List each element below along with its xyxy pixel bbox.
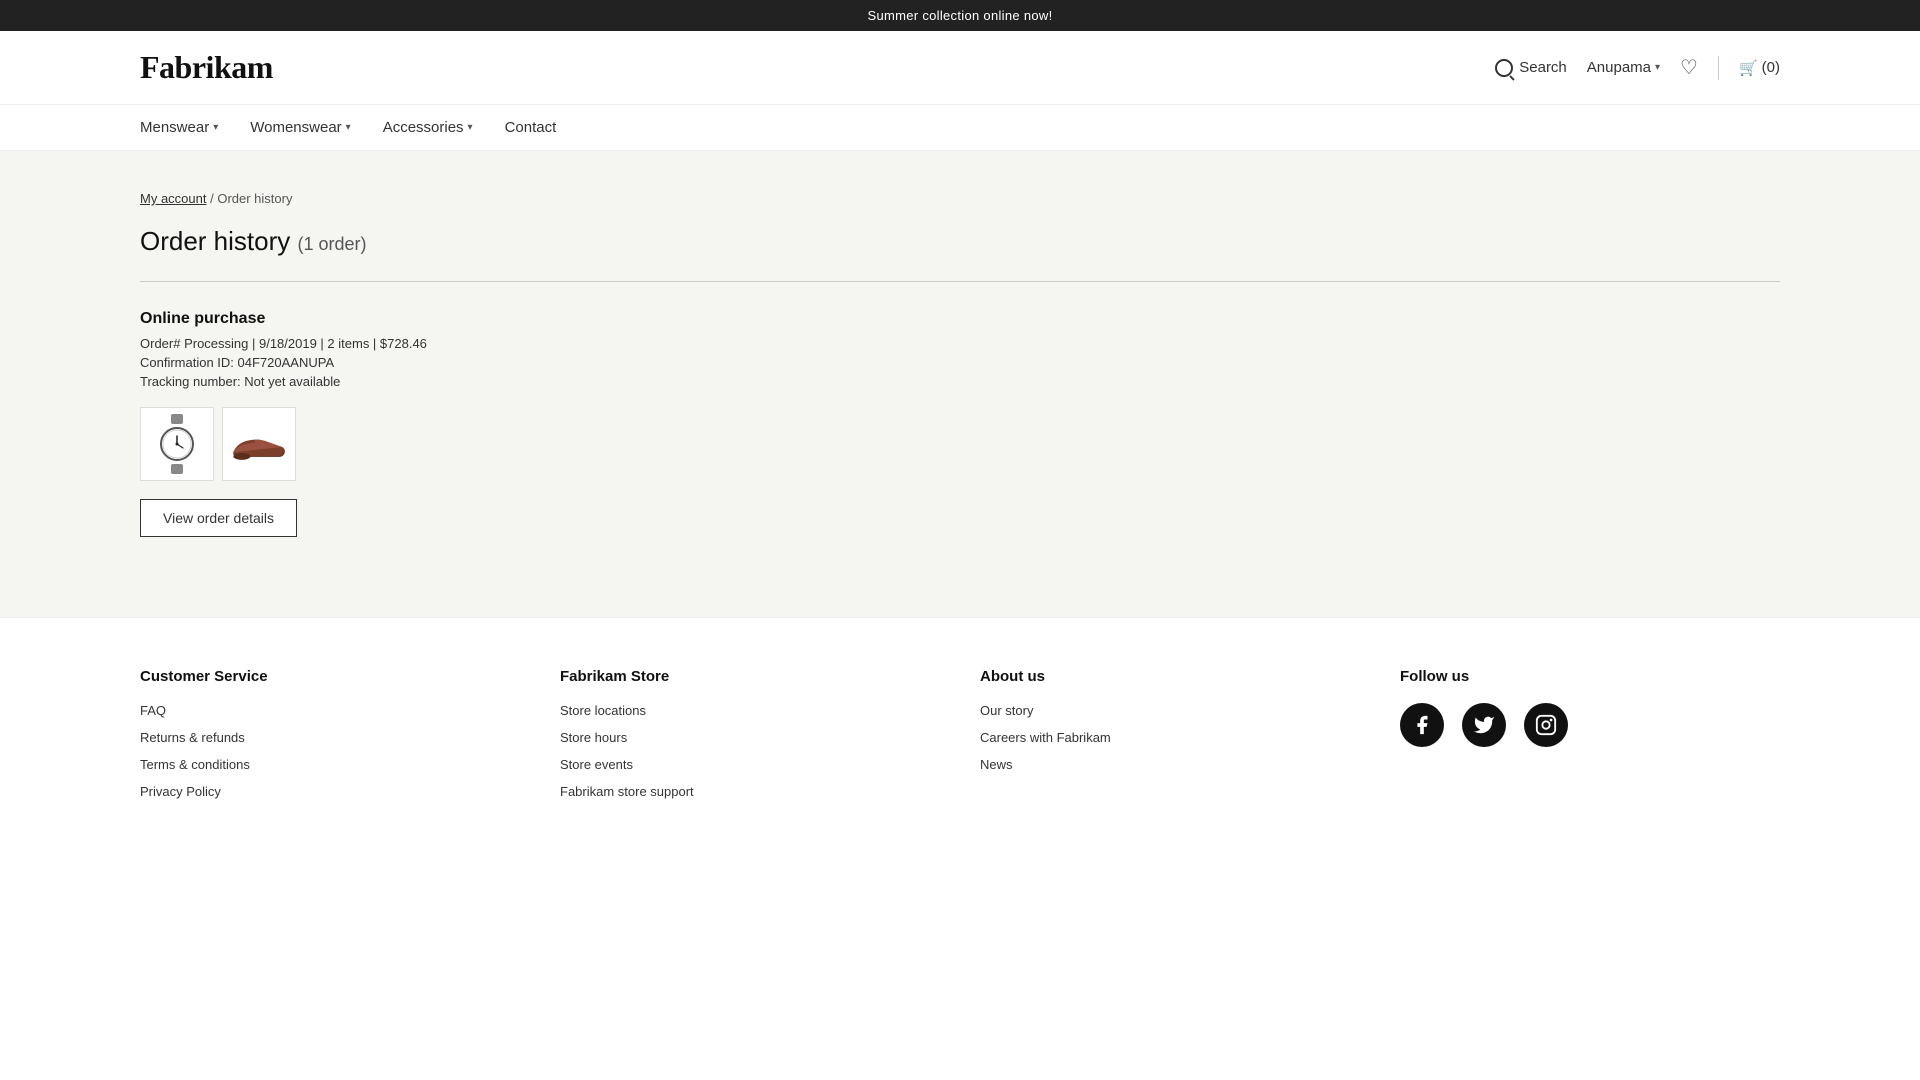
footer-customer-service: Customer Service FAQ Returns & refunds T… [140,668,520,811]
footer-about-us: About us Our story Careers with Fabrikam… [980,668,1360,811]
facebook-icon[interactable] [1400,703,1444,747]
banner-text: Summer collection online now! [867,8,1052,23]
instagram-icon[interactable] [1524,703,1568,747]
footer-follow-us: Follow us [1400,668,1780,811]
order-meta-3: Tracking number: Not yet available [140,374,1780,389]
nav-womenswear-label: Womenswear [250,119,341,136]
main-content: My account / Order history Order history… [0,151,1920,617]
footer-fabrikam-store-title: Fabrikam Store [560,668,940,685]
chevron-down-icon: ▾ [468,122,473,133]
footer-link-our-story[interactable]: Our story [980,703,1360,718]
order-thumbnails [140,407,1780,481]
section-divider [140,281,1780,282]
breadcrumb: My account / Order history [140,191,1780,206]
footer-customer-service-title: Customer Service [140,668,520,685]
nav-menswear[interactable]: Menswear ▾ [140,119,218,136]
nav-contact-label: Contact [505,119,557,136]
order-count: (1 order) [298,234,367,254]
cart-count: (0) [1762,59,1780,76]
main-nav: Menswear ▾ Womenswear ▾ Accessories ▾ Co… [0,105,1920,151]
cart-icon: 🛒 [1739,59,1758,77]
footer-link-store-hours[interactable]: Store hours [560,730,940,745]
nav-contact[interactable]: Contact [505,119,557,136]
footer-link-privacy[interactable]: Privacy Policy [140,784,520,799]
logo[interactable]: Fabrikam [140,49,273,86]
cart-button[interactable]: 🛒 (0) [1739,59,1780,77]
footer-link-returns[interactable]: Returns & refunds [140,730,520,745]
footer-fabrikam-store: Fabrikam Store Store locations Store hou… [560,668,940,811]
footer-link-store-locations[interactable]: Store locations [560,703,940,718]
order-meta-2: Confirmation ID: 04F720AANUPA [140,355,1780,370]
order-item-watch [140,407,214,481]
user-name: Anupama [1587,59,1651,76]
wishlist-button[interactable]: ♡ [1680,55,1698,80]
header-divider [1718,56,1719,80]
footer-link-news[interactable]: News [980,757,1360,772]
view-order-details-button[interactable]: View order details [140,499,297,537]
order-card: Online purchase Order# Processing | 9/18… [140,310,1780,537]
heart-icon: ♡ [1680,57,1698,79]
footer-link-careers[interactable]: Careers with Fabrikam [980,730,1360,745]
footer-link-store-support[interactable]: Fabrikam store support [560,784,940,799]
top-banner: Summer collection online now! [0,0,1920,31]
twitter-icon[interactable] [1462,703,1506,747]
order-item-shoe [222,407,296,481]
nav-accessories[interactable]: Accessories ▾ [383,119,473,136]
search-button[interactable]: Search [1495,59,1567,77]
footer: Customer Service FAQ Returns & refunds T… [0,617,1920,871]
search-label: Search [1519,59,1567,76]
chevron-down-icon: ▾ [346,122,351,133]
chevron-down-icon: ▾ [213,122,218,133]
user-account-button[interactable]: Anupama ▾ [1587,59,1660,76]
chevron-down-icon: ▾ [1655,62,1660,73]
social-icons [1400,703,1780,747]
order-meta-1: Order# Processing | 9/18/2019 | 2 items … [140,336,1780,351]
footer-link-terms[interactable]: Terms & conditions [140,757,520,772]
order-history-label: Order history [140,226,290,256]
header: Fabrikam Search Anupama ▾ ♡ 🛒 (0) [0,31,1920,105]
page-title: Order history (1 order) [140,226,1780,257]
footer-follow-us-title: Follow us [1400,668,1780,685]
breadcrumb-current: Order history [217,191,292,206]
order-type: Online purchase [140,310,1780,328]
footer-grid: Customer Service FAQ Returns & refunds T… [140,668,1780,811]
footer-link-faq[interactable]: FAQ [140,703,520,718]
footer-link-store-events[interactable]: Store events [560,757,940,772]
breadcrumb-my-account[interactable]: My account [140,191,206,206]
footer-about-us-title: About us [980,668,1360,685]
nav-accessories-label: Accessories [383,119,464,136]
nav-menswear-label: Menswear [140,119,209,136]
search-icon [1495,59,1513,77]
header-right: Search Anupama ▾ ♡ 🛒 (0) [1495,55,1780,80]
nav-womenswear[interactable]: Womenswear ▾ [250,119,350,136]
